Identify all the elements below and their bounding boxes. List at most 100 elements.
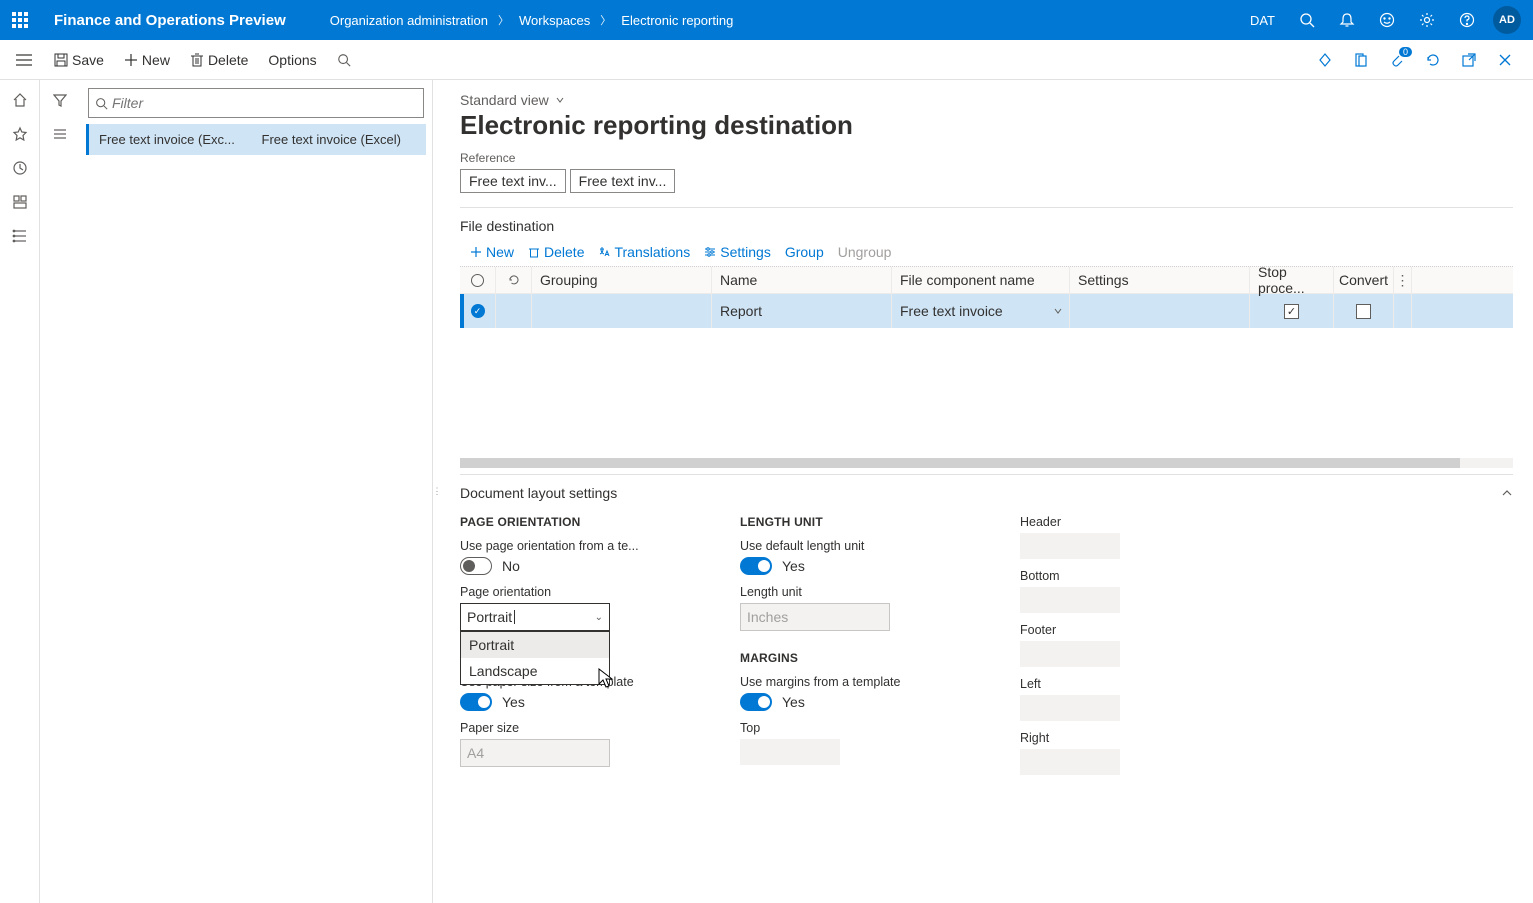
command-bar: Save New Delete Options 0 (0, 40, 1533, 80)
horizontal-scrollbar[interactable] (460, 458, 1513, 468)
list-item-col2: Free text invoice (Excel) (262, 132, 417, 147)
toggle-value: Yes (782, 558, 805, 574)
grid-new-button[interactable]: New (470, 244, 514, 260)
home-icon[interactable] (10, 90, 30, 110)
detail-pane: Standard view Electronic reporting desti… (440, 80, 1533, 903)
list-rail (40, 80, 80, 903)
funnel-icon[interactable] (50, 90, 70, 110)
workspaces-icon[interactable] (10, 192, 30, 212)
dropdown-option[interactable]: Landscape (461, 658, 609, 684)
options-button[interactable]: Options (258, 40, 326, 80)
view-selector[interactable]: Standard view (460, 92, 1513, 108)
convert-checkbox[interactable] (1356, 304, 1371, 319)
grid-delete-button[interactable]: Delete (528, 244, 584, 260)
length-unit-input: Inches (740, 603, 890, 631)
breadcrumb-item[interactable]: Organization administration (330, 13, 488, 28)
toggle-value: Yes (782, 694, 805, 710)
col-settings[interactable]: Settings (1070, 267, 1250, 293)
attach-count-icon[interactable]: 0 (1381, 44, 1413, 76)
grid-translations-button[interactable]: Translations (598, 244, 690, 260)
paper-size-label: Paper size (460, 721, 700, 735)
use-orientation-template-label: Use page orientation from a te... (460, 539, 700, 553)
reference-label: Reference (460, 151, 1513, 165)
paper-size-input: A4 (460, 739, 610, 767)
list-item[interactable]: Free text invoice (Exc... Free text invo… (86, 124, 426, 155)
nav-rail (0, 80, 40, 903)
margin-top-input (740, 739, 840, 765)
col-grouping[interactable]: Grouping (532, 267, 712, 293)
cmd-search-icon[interactable] (327, 40, 361, 80)
company-code[interactable]: DAT (1238, 0, 1287, 40)
footer-input (1020, 641, 1120, 667)
col-refresh[interactable] (496, 267, 532, 293)
hamburger-icon[interactable] (4, 40, 44, 80)
waffle-icon[interactable] (0, 0, 40, 40)
row-selected-icon[interactable] (471, 304, 485, 318)
help-icon[interactable] (1447, 0, 1487, 40)
popout-icon[interactable] (1453, 44, 1485, 76)
orientation-dropdown: Portrait Landscape (460, 631, 610, 685)
gear-icon[interactable] (1407, 0, 1447, 40)
cell-settings[interactable] (1070, 294, 1250, 328)
smile-icon[interactable] (1367, 0, 1407, 40)
breadcrumb: Organization administration 〉 Workspaces… (330, 12, 734, 28)
related-icon[interactable] (1309, 44, 1341, 76)
cell-grouping[interactable] (532, 294, 712, 328)
toggle-value: Yes (502, 694, 525, 710)
cell-name[interactable]: Report (712, 294, 892, 328)
star-icon[interactable] (10, 124, 30, 144)
grid-group-button[interactable]: Group (785, 244, 824, 260)
use-default-length-label: Use default length unit (740, 539, 980, 553)
page-orientation-combo[interactable]: Portrait ⌄ Portrait Landscape (460, 603, 610, 631)
orientation-title: PAGE ORIENTATION (460, 515, 700, 529)
col-stop[interactable]: Stop proce... (1250, 267, 1334, 293)
file-destination-grid: Grouping Name File component name Settin… (460, 266, 1513, 468)
grid-settings-button[interactable]: Settings (704, 244, 771, 260)
refresh-icon[interactable] (1417, 44, 1449, 76)
margin-top-label: Top (740, 721, 980, 735)
collapse-icon[interactable] (1501, 487, 1513, 499)
left-input (1020, 695, 1120, 721)
col-name[interactable]: Name (712, 267, 892, 293)
col-more-icon[interactable]: ⋮ (1394, 267, 1412, 293)
length-unit-title: LENGTH UNIT (740, 515, 980, 529)
breadcrumb-item[interactable]: Workspaces (519, 13, 590, 28)
col-convert[interactable]: Convert (1334, 267, 1394, 293)
grid-ungroup-button: Ungroup (838, 244, 892, 260)
use-paper-template-toggle[interactable] (460, 693, 492, 711)
new-button[interactable]: New (114, 40, 180, 80)
splitter[interactable]: ⋮ (432, 80, 440, 903)
cell-component[interactable]: Free text invoice (892, 294, 1070, 328)
breadcrumb-item[interactable]: Electronic reporting (621, 13, 733, 28)
page-orientation-label: Page orientation (460, 585, 700, 599)
modules-icon[interactable] (10, 226, 30, 246)
use-default-length-toggle[interactable] (740, 557, 772, 575)
attachment-icon[interactable] (1345, 44, 1377, 76)
col-select[interactable] (460, 267, 496, 293)
list-view-icon[interactable] (50, 124, 70, 144)
page-orientation-column: PAGE ORIENTATION Use page orientation fr… (460, 515, 700, 785)
dropdown-option[interactable]: Portrait (461, 632, 609, 658)
use-orientation-template-toggle[interactable] (460, 557, 492, 575)
filter-input[interactable] (88, 88, 424, 118)
clock-icon[interactable] (10, 158, 30, 178)
avatar[interactable]: AD (1487, 0, 1527, 40)
table-row[interactable]: Report Free text invoice (460, 294, 1513, 328)
reference-value-1[interactable]: Free text inv... (460, 169, 566, 193)
bell-icon[interactable] (1327, 0, 1367, 40)
file-destination-section: File destination New Delete Translations… (460, 207, 1513, 468)
left-label: Left (1020, 677, 1180, 691)
use-margins-template-label: Use margins from a template (740, 675, 980, 689)
col-component[interactable]: File component name (892, 267, 1070, 293)
stop-checkbox[interactable] (1284, 304, 1299, 319)
reference-value-2[interactable]: Free text inv... (570, 169, 676, 193)
save-button[interactable]: Save (44, 40, 114, 80)
bottom-label: Bottom (1020, 569, 1180, 583)
use-margins-template-toggle[interactable] (740, 693, 772, 711)
close-icon[interactable] (1489, 44, 1521, 76)
search-icon[interactable] (1287, 0, 1327, 40)
filter-field[interactable] (112, 95, 417, 111)
toggle-value: No (502, 558, 520, 574)
delete-button[interactable]: Delete (180, 40, 258, 80)
header-input (1020, 533, 1120, 559)
